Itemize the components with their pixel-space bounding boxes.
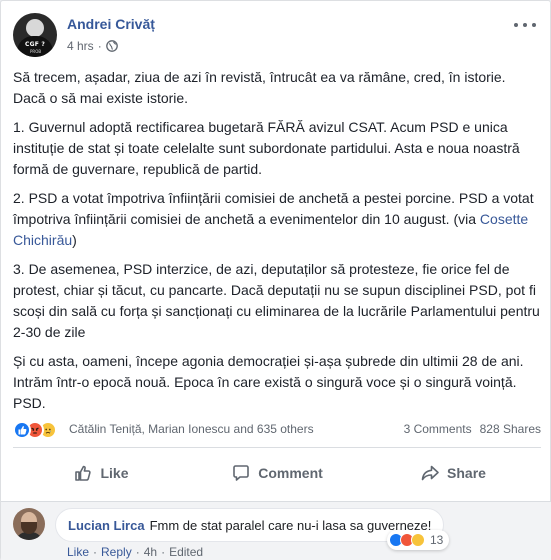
comment-icon — [233, 465, 250, 481]
comment-edited[interactable]: Edited — [169, 545, 203, 559]
shares-count[interactable]: 828 Shares — [480, 422, 541, 436]
share-button[interactable]: Share — [365, 451, 541, 495]
post-header: CGF ? PROB Andrei Crivăț 4 hrs · — [13, 13, 540, 57]
thumbs-up-icon — [75, 465, 92, 481]
post-paragraph: 2. PSD a votat împotriva înființării com… — [13, 188, 541, 251]
comment-time[interactable]: 4h — [144, 545, 157, 559]
comment-reply-link[interactable]: Reply — [101, 545, 132, 559]
commenter-name[interactable]: Lucian Lirca — [68, 518, 145, 533]
comment-separator: · — [93, 545, 98, 559]
post-card: CGF ? PROB Andrei Crivăț 4 hrs · Să trec… — [0, 0, 551, 560]
meta-separator: · — [97, 39, 102, 53]
comment-separator: · — [161, 545, 166, 559]
sad-icon — [411, 533, 425, 547]
engagement-counts: 3 Comments 828 Shares — [404, 422, 541, 436]
comment-text: Fmm de stat paralel care nu-i lasa sa gu… — [149, 517, 432, 533]
share-icon — [421, 465, 439, 481]
comment-actions: Like · Reply · 4h · Edited — [67, 545, 203, 559]
more-dot — [523, 23, 527, 27]
author-avatar[interactable]: CGF ? PROB — [13, 13, 57, 57]
like-label: Like — [100, 465, 129, 481]
comment-button[interactable]: Comment — [189, 451, 365, 495]
like-button[interactable]: Like — [13, 451, 189, 495]
comments-section: Lucian Lirca Fmm de stat paralel care nu… — [1, 501, 551, 560]
post-meta: 4 hrs · — [67, 39, 118, 53]
post-actions: Like Comment Share — [13, 451, 541, 495]
post-paragraph-suffix: ) — [72, 232, 77, 248]
reaction-names[interactable]: Cătălin Teniță, Marian Ionescu and 635 o… — [69, 422, 314, 436]
comment-separator: · — [135, 545, 140, 559]
more-options-icon[interactable] — [514, 17, 536, 33]
share-label: Share — [447, 465, 486, 481]
avatar-shirt-text: CGF ? — [25, 41, 45, 48]
post-paragraph-text: 2. PSD a votat împotriva înființării com… — [13, 190, 534, 227]
comment-like-link[interactable]: Like — [67, 545, 89, 559]
reaction-icons[interactable] — [13, 421, 67, 439]
comment-reaction-count: 13 — [430, 533, 444, 547]
author-name[interactable]: Andrei Crivăț — [67, 16, 155, 32]
avatar-head — [26, 19, 44, 37]
post-paragraph: 3. De asemenea, PSD interzice, de azi, d… — [13, 261, 540, 340]
like-icon — [13, 421, 31, 439]
post-paragraph: Și cu asta, oameni, începe agonia democr… — [13, 353, 524, 411]
post-paragraph: Să trecem, așadar, ziua de azi în revist… — [13, 69, 506, 106]
comment-reactions[interactable]: 13 — [387, 530, 450, 550]
more-dot — [532, 23, 536, 27]
comments-count[interactable]: 3 Comments — [404, 422, 472, 436]
commenter-avatar[interactable] — [13, 508, 45, 540]
comment-label: Comment — [258, 465, 323, 481]
comment-bubble: Lucian Lirca Fmm de stat paralel care nu… — [55, 508, 445, 542]
post-time[interactable]: 4 hrs — [67, 39, 94, 53]
post-text: Să trecem, așadar, ziua de azi în revist… — [13, 67, 541, 422]
more-dot — [514, 23, 518, 27]
reaction-summary: Cătălin Teniță, Marian Ionescu and 635 o… — [13, 419, 541, 441]
divider — [13, 447, 541, 448]
post-paragraph: 1. Guvernul adoptă rectificarea bugetară… — [13, 119, 520, 177]
avatar-shirt-sub: PROB — [30, 49, 42, 54]
globe-icon[interactable] — [105, 40, 118, 52]
